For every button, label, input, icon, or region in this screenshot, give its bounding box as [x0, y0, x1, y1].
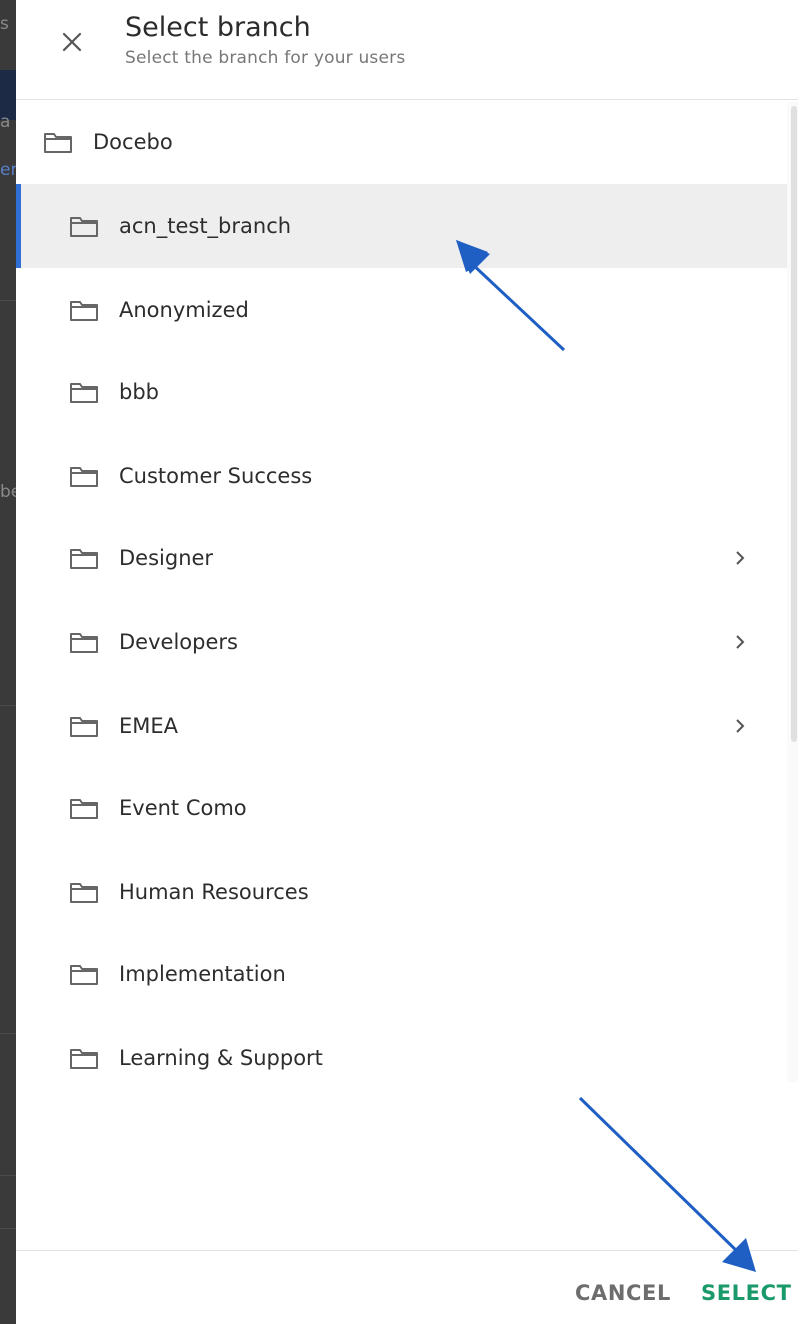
tree-root-item[interactable]: Docebo: [16, 100, 787, 184]
folder-icon: [70, 717, 98, 737]
background-divider: [0, 705, 16, 706]
chevron-right-icon: [736, 551, 745, 565]
close-icon: [62, 32, 82, 52]
tree-item-label: bbb: [119, 380, 159, 404]
folder-icon: [70, 633, 98, 653]
background-divider: [0, 1175, 16, 1176]
tree-item-developers[interactable]: Developers: [16, 600, 787, 684]
tree-item-acn-test-branch[interactable]: acn_test_branch: [16, 184, 787, 268]
tree-scrollbar-thumb[interactable]: [791, 106, 797, 742]
tree-item-label: Anonymized: [119, 298, 249, 322]
chevron-right-icon: [736, 719, 745, 733]
background-divider: [0, 1228, 16, 1229]
background-text-fragment: be: [0, 482, 16, 502]
expand-designer-button[interactable]: [732, 548, 748, 568]
folder-icon: [70, 549, 98, 569]
drawer-header: Select branch Select the branch for your…: [16, 0, 798, 100]
folder-icon: [70, 965, 98, 985]
select-button[interactable]: SELECT: [701, 1281, 792, 1305]
tree-item-learning-support[interactable]: Learning & Support: [16, 1016, 787, 1084]
tree-item-implementation[interactable]: Implementation: [16, 932, 787, 1016]
tree-item-customer-success[interactable]: Customer Success: [16, 434, 787, 518]
expand-emea-button[interactable]: [732, 716, 748, 736]
drawer-title: Select branch: [125, 12, 311, 43]
folder-icon: [70, 383, 98, 403]
tree-item-label: EMEA: [119, 714, 179, 738]
tree-item-label: Implementation: [119, 962, 286, 986]
tree-item-bbb[interactable]: bbb: [16, 350, 787, 434]
background-divider: [0, 1033, 16, 1034]
branch-tree: Docebo acn_test_branch Anonymized bbb Cu…: [16, 100, 787, 1084]
tree-item-label: Learning & Support: [119, 1046, 323, 1070]
folder-icon: [70, 467, 98, 487]
close-button[interactable]: [52, 22, 92, 62]
background-divider: [0, 300, 16, 301]
background-text-fragment: a: [0, 112, 11, 132]
select-branch-drawer: Select branch Select the branch for your…: [16, 0, 798, 1324]
folder-icon: [70, 1049, 98, 1069]
tree-item-human-resources[interactable]: Human Resources: [16, 850, 787, 934]
tree-item-emea[interactable]: EMEA: [16, 684, 787, 768]
tree-item-label: Designer: [119, 546, 214, 570]
folder-icon: [44, 133, 72, 153]
tree-item-designer[interactable]: Designer: [16, 516, 787, 600]
tree-item-label: Developers: [119, 630, 238, 654]
background-text-fragment: s: [0, 14, 9, 34]
drawer-footer: CANCEL SELECT: [16, 1250, 798, 1324]
drawer-subtitle: Select the branch for your users: [125, 48, 406, 68]
background-link-fragment: er: [0, 160, 16, 180]
folder-icon: [70, 799, 98, 819]
tree-item-label: Customer Success: [119, 464, 313, 488]
folder-icon: [70, 301, 98, 321]
tree-item-label: Event Como: [119, 796, 247, 820]
tree-item-anonymized[interactable]: Anonymized: [16, 268, 787, 352]
chevron-right-icon: [736, 635, 745, 649]
tree-item-event-como[interactable]: Event Como: [16, 766, 787, 850]
tree-item-label: acn_test_branch: [119, 214, 292, 238]
tree-item-label: Human Resources: [119, 880, 309, 904]
tree-item-label: Docebo: [93, 130, 173, 154]
folder-icon: [70, 883, 98, 903]
expand-developers-button[interactable]: [732, 632, 748, 652]
folder-icon: [70, 217, 98, 237]
cancel-button[interactable]: CANCEL: [575, 1281, 671, 1305]
